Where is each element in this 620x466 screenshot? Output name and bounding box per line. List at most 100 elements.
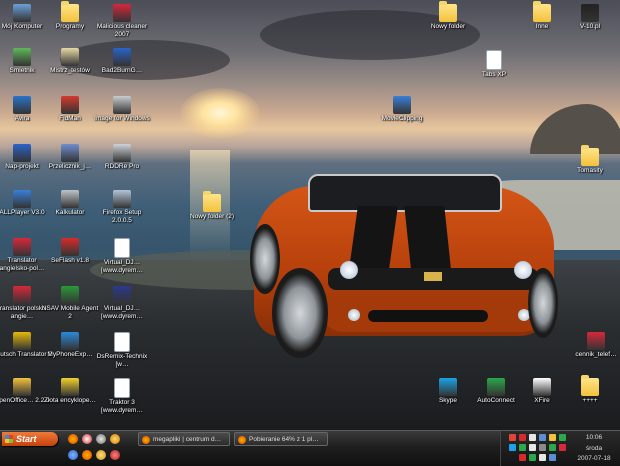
clock-time[interactable]: 10:06 bbox=[571, 434, 617, 441]
desktop-icon-label: Mistrz_testów bbox=[50, 67, 90, 74]
document-icon bbox=[114, 238, 130, 258]
desktop-icon[interactable]: Nowy folder bbox=[418, 1, 478, 54]
desktop-icon-label: Nowy folder bbox=[430, 23, 466, 30]
tray-icon[interactable] bbox=[509, 434, 516, 441]
desktop-icon[interactable]: Bad2BurnG… bbox=[92, 46, 152, 98]
taskbar-item-label: megapliki | centrum d… bbox=[153, 436, 222, 443]
openoffice-icon bbox=[13, 378, 31, 396]
desktop-icon[interactable]: SeFlash v1.8 bbox=[40, 236, 100, 288]
wallpaper-car bbox=[248, 168, 564, 358]
desktop-icon[interactable]: Image for Windows bbox=[92, 94, 152, 146]
desktop-icon[interactable]: RDDRe Pro bbox=[92, 142, 152, 194]
firefox-icon bbox=[238, 436, 246, 444]
tray-icon[interactable] bbox=[519, 434, 526, 441]
firefox-quicklaunch-icon[interactable] bbox=[68, 434, 78, 444]
tray-icon[interactable] bbox=[549, 444, 556, 451]
clock-day: środa bbox=[585, 445, 603, 452]
xfire-icon bbox=[533, 378, 551, 396]
allplayer-icon bbox=[13, 190, 31, 208]
desktop-icon[interactable]: DsRemix-Technix [w… bbox=[92, 330, 152, 382]
firefox-icon bbox=[142, 436, 150, 444]
firefox-quicklaunch-icon[interactable] bbox=[82, 450, 92, 460]
desktop-icon-label: Traktor 3 [www.dyrem… bbox=[101, 399, 143, 414]
desktop-icon[interactable]: Złota encyklope… bbox=[40, 376, 100, 428]
desktop-icon[interactable]: MovieClipping bbox=[372, 94, 432, 146]
desktop-icon-label: ++++ bbox=[582, 397, 598, 404]
tray-icon[interactable] bbox=[529, 454, 536, 461]
tray-icon[interactable] bbox=[549, 434, 556, 441]
desktop-icon-label: Virtual_DJ…[www.dyrem… bbox=[101, 259, 143, 274]
tray-icon[interactable] bbox=[559, 444, 566, 451]
desktop-icon[interactable]: ++++ bbox=[560, 375, 620, 428]
desktop-icon[interactable]: Tabs XP bbox=[464, 48, 524, 100]
desktop-icon[interactable]: Mistrz_testów bbox=[40, 46, 100, 98]
media-quicklaunch-icon[interactable] bbox=[96, 434, 106, 444]
desktop-icon[interactable]: NSAV Mobile Agent 2 bbox=[40, 284, 100, 336]
desktop-icon[interactable]: FidMan bbox=[40, 94, 100, 146]
tray-icon[interactable] bbox=[539, 434, 546, 441]
desktop-icon-label: V-10.pl bbox=[579, 23, 601, 30]
desktop: Mój Komputer Programy Malicious cleaner 20… bbox=[0, 0, 620, 430]
desktop-icon-label: cennik_telef… bbox=[575, 351, 617, 358]
drive-icon bbox=[113, 96, 131, 114]
tray-icon[interactable] bbox=[519, 454, 526, 461]
folder-icon bbox=[581, 145, 599, 166]
tray-icon[interactable] bbox=[529, 434, 536, 441]
desktop-icon[interactable]: MyPhoneExp… bbox=[40, 330, 100, 382]
tray-icon[interactable] bbox=[539, 454, 546, 461]
converter-icon bbox=[61, 144, 79, 162]
desktop-icon[interactable]: Nowy folder (2) bbox=[182, 191, 242, 244]
desktop-icon[interactable]: Traktor 3 [www.dyrem… bbox=[92, 376, 152, 428]
document-icon bbox=[114, 378, 130, 398]
folder-icon bbox=[439, 1, 457, 22]
desktop-icon-label: Virtual_DJ…[www.dyrem… bbox=[101, 305, 143, 320]
skype-icon bbox=[439, 378, 457, 396]
show-desktop-icon[interactable] bbox=[68, 450, 78, 460]
tray-icon[interactable] bbox=[509, 444, 516, 451]
desktop-icon-label: Tomasity bbox=[577, 167, 603, 174]
desktop-icon[interactable]: Virtual_DJ…[www.dyrem… bbox=[92, 236, 152, 288]
opera-quicklaunch-icon[interactable] bbox=[82, 434, 92, 444]
flag-de-icon bbox=[13, 332, 31, 350]
autoconnect-icon bbox=[487, 378, 505, 396]
test-master-icon bbox=[61, 48, 79, 66]
desktop-icon[interactable]: Firefox Setup 2.0.0.5 bbox=[92, 188, 152, 240]
desktop-icon[interactable]: V-10.pl bbox=[560, 2, 620, 54]
desktop-icon-label: NSAV Mobile Agent 2 bbox=[41, 305, 99, 320]
tray-icon[interactable] bbox=[519, 444, 526, 451]
tray-icon[interactable] bbox=[559, 434, 566, 441]
app-quicklaunch-icon[interactable] bbox=[110, 450, 120, 460]
napi-icon bbox=[13, 144, 31, 162]
phone-icon bbox=[61, 332, 79, 350]
recycle-bin-icon bbox=[13, 48, 31, 66]
explorer-quicklaunch-icon[interactable] bbox=[96, 450, 106, 460]
desktop-icon[interactable]: Kalkulator bbox=[40, 188, 100, 240]
folder-icon bbox=[61, 1, 79, 22]
desktop-icon[interactable]: Przelicznik_j… bbox=[40, 142, 100, 194]
taskbar-item[interactable]: megapliki | centrum d… bbox=[138, 432, 230, 446]
desktop-icon-label: Kalkulator bbox=[55, 209, 85, 216]
v10-logo-icon bbox=[581, 4, 599, 22]
setup-icon bbox=[113, 190, 131, 208]
desktop-icon-label: RDDRe Pro bbox=[104, 163, 140, 170]
tray-icon[interactable] bbox=[549, 454, 556, 461]
tray-icon[interactable] bbox=[539, 444, 546, 451]
flag-pl-icon bbox=[13, 238, 31, 256]
desktop-icon-label: DsRemix-Technix [w… bbox=[96, 353, 148, 368]
rddre-icon bbox=[113, 144, 131, 162]
desktop-icon-label: Image for Windows bbox=[94, 115, 150, 122]
folder-icon bbox=[581, 375, 599, 396]
folder-icon bbox=[533, 1, 551, 22]
wallpaper-sun bbox=[180, 88, 260, 138]
info-quicklaunch-icon[interactable] bbox=[110, 434, 120, 444]
desktop-icon[interactable]: Virtual_DJ…[www.dyrem… bbox=[92, 284, 152, 336]
start-button[interactable]: Start bbox=[2, 432, 58, 446]
desktop-icon[interactable]: cennik_telef… bbox=[566, 330, 620, 382]
tray-icon[interactable] bbox=[529, 444, 536, 451]
desktop-icon[interactable]: Tomasity bbox=[560, 145, 620, 198]
desktop-icon-label: Nowy folder (2) bbox=[189, 213, 235, 220]
taskbar-item[interactable]: Pobieranie 64% z 1 pl… bbox=[234, 432, 328, 446]
folder-icon bbox=[203, 191, 221, 212]
taskbar-item-label: Pobieranie 64% z 1 pl… bbox=[249, 436, 319, 443]
nsav-icon bbox=[61, 286, 79, 304]
